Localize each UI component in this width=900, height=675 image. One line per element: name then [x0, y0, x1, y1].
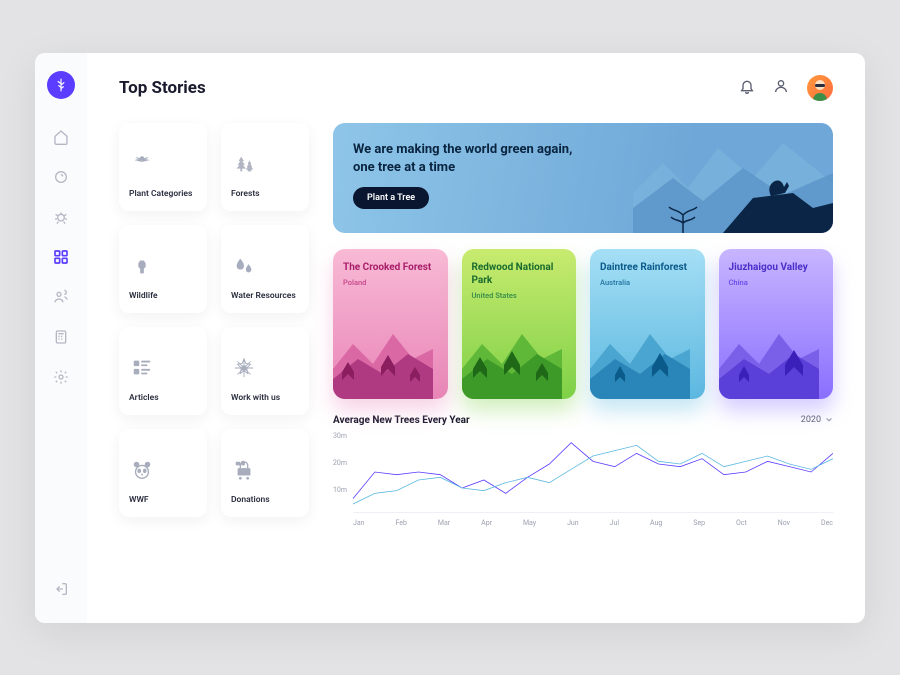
- panda-icon: [131, 459, 153, 485]
- cat-label: Plant Categories: [129, 189, 192, 199]
- main-content: Top Stories Plant Categories Forests Wil…: [87, 53, 865, 623]
- forest-card-jiuzhaigou[interactable]: Jiuzhaigou Valley China: [719, 249, 834, 399]
- plot-area: [353, 432, 833, 513]
- year-label: 2020: [801, 415, 821, 425]
- nav-grid-icon[interactable]: [45, 241, 77, 273]
- forest-art-icon: [590, 319, 690, 399]
- forest-location: Poland: [343, 278, 438, 287]
- list-icon: [131, 357, 153, 383]
- chevron-down-icon: [825, 416, 833, 424]
- cat-plant-categories[interactable]: Plant Categories: [119, 123, 207, 211]
- nav-calculator-icon[interactable]: [45, 321, 77, 353]
- app-window: Top Stories Plant Categories Forests Wil…: [35, 53, 865, 623]
- page-title: Top Stories: [119, 78, 206, 98]
- y-axis: 30m20m10m: [333, 432, 353, 527]
- forest-location: Australia: [600, 278, 695, 287]
- cat-wildlife[interactable]: Wildlife: [119, 225, 207, 313]
- cat-label: Donations: [231, 495, 270, 505]
- forest-art-icon: [333, 319, 433, 399]
- cat-forests[interactable]: Forests: [221, 123, 309, 211]
- star-icon: [233, 357, 255, 383]
- cat-label: Work with us: [231, 393, 280, 403]
- nav-bug-icon[interactable]: [45, 201, 77, 233]
- cat-label: WWF: [129, 495, 149, 505]
- palm-icon: [131, 153, 153, 179]
- chart-header: Average New Trees Every Year 2020: [333, 415, 833, 426]
- right-column: We are making the world green again, one…: [333, 123, 833, 527]
- nav-dashboard-icon[interactable]: [45, 161, 77, 193]
- user-icon[interactable]: [773, 78, 789, 98]
- x-axis: JanFebMarAprMayJunJulAugSepOctNovDec: [353, 519, 833, 527]
- forest-title: Jiuzhaigou Valley: [729, 261, 824, 274]
- pines-icon: [233, 153, 255, 179]
- forest-title: Redwood National Park: [472, 261, 567, 287]
- hero-art-icon: [633, 123, 833, 233]
- bell-icon[interactable]: [739, 78, 755, 98]
- forest-card-redwood[interactable]: Redwood National Park United States: [462, 249, 577, 399]
- cat-work-with-us[interactable]: Work with us: [221, 327, 309, 415]
- forest-location: China: [729, 278, 824, 287]
- hero-title: We are making the world green again, one…: [353, 141, 583, 177]
- content-body: Plant Categories Forests Wildlife Water …: [119, 123, 833, 527]
- forest-art-icon: [719, 319, 819, 399]
- forests-row: The Crooked Forest Poland Redwood Nationa…: [333, 249, 833, 399]
- forest-card-daintree[interactable]: Daintree Rainforest Australia: [590, 249, 705, 399]
- categories-grid: Plant Categories Forests Wildlife Water …: [119, 123, 309, 527]
- cat-wwf[interactable]: WWF: [119, 429, 207, 517]
- header-actions: [739, 75, 833, 101]
- chart-section: Average New Trees Every Year 2020 30m20m…: [333, 415, 833, 527]
- cat-articles[interactable]: Articles: [119, 327, 207, 415]
- nav-logout-icon[interactable]: [45, 573, 77, 605]
- forest-art-icon: [462, 319, 562, 399]
- sidebar: [35, 53, 87, 623]
- forest-location: United States: [472, 291, 567, 300]
- brand-logo[interactable]: [47, 71, 75, 99]
- nav-home-icon[interactable]: [45, 121, 77, 153]
- cat-label: Forests: [231, 189, 260, 199]
- cat-donations[interactable]: Donations: [221, 429, 309, 517]
- chart-title: Average New Trees Every Year: [333, 415, 470, 426]
- cart-icon: [233, 459, 255, 485]
- cat-label: Water Resources: [231, 291, 296, 301]
- drops-icon: [233, 255, 255, 281]
- cat-water-resources[interactable]: Water Resources: [221, 225, 309, 313]
- year-select[interactable]: 2020: [801, 415, 833, 425]
- nav-settings-icon[interactable]: [45, 361, 77, 393]
- forest-card-crooked[interactable]: The Crooked Forest Poland: [333, 249, 448, 399]
- forest-title: Daintree Rainforest: [600, 261, 695, 274]
- forest-title: The Crooked Forest: [343, 261, 438, 274]
- chart-body: 30m20m10m JanFebMarAprMayJunJulAugSepOct…: [333, 432, 833, 527]
- plant-tree-button[interactable]: Plant a Tree: [353, 187, 429, 209]
- cat-label: Articles: [129, 393, 159, 403]
- hero-banner: We are making the world green again, one…: [333, 123, 833, 233]
- nav-users-icon[interactable]: [45, 281, 77, 313]
- deer-icon: [131, 255, 153, 281]
- avatar[interactable]: [807, 75, 833, 101]
- header: Top Stories: [119, 75, 833, 101]
- plot: JanFebMarAprMayJunJulAugSepOctNovDec: [353, 432, 833, 527]
- cat-label: Wildlife: [129, 291, 158, 301]
